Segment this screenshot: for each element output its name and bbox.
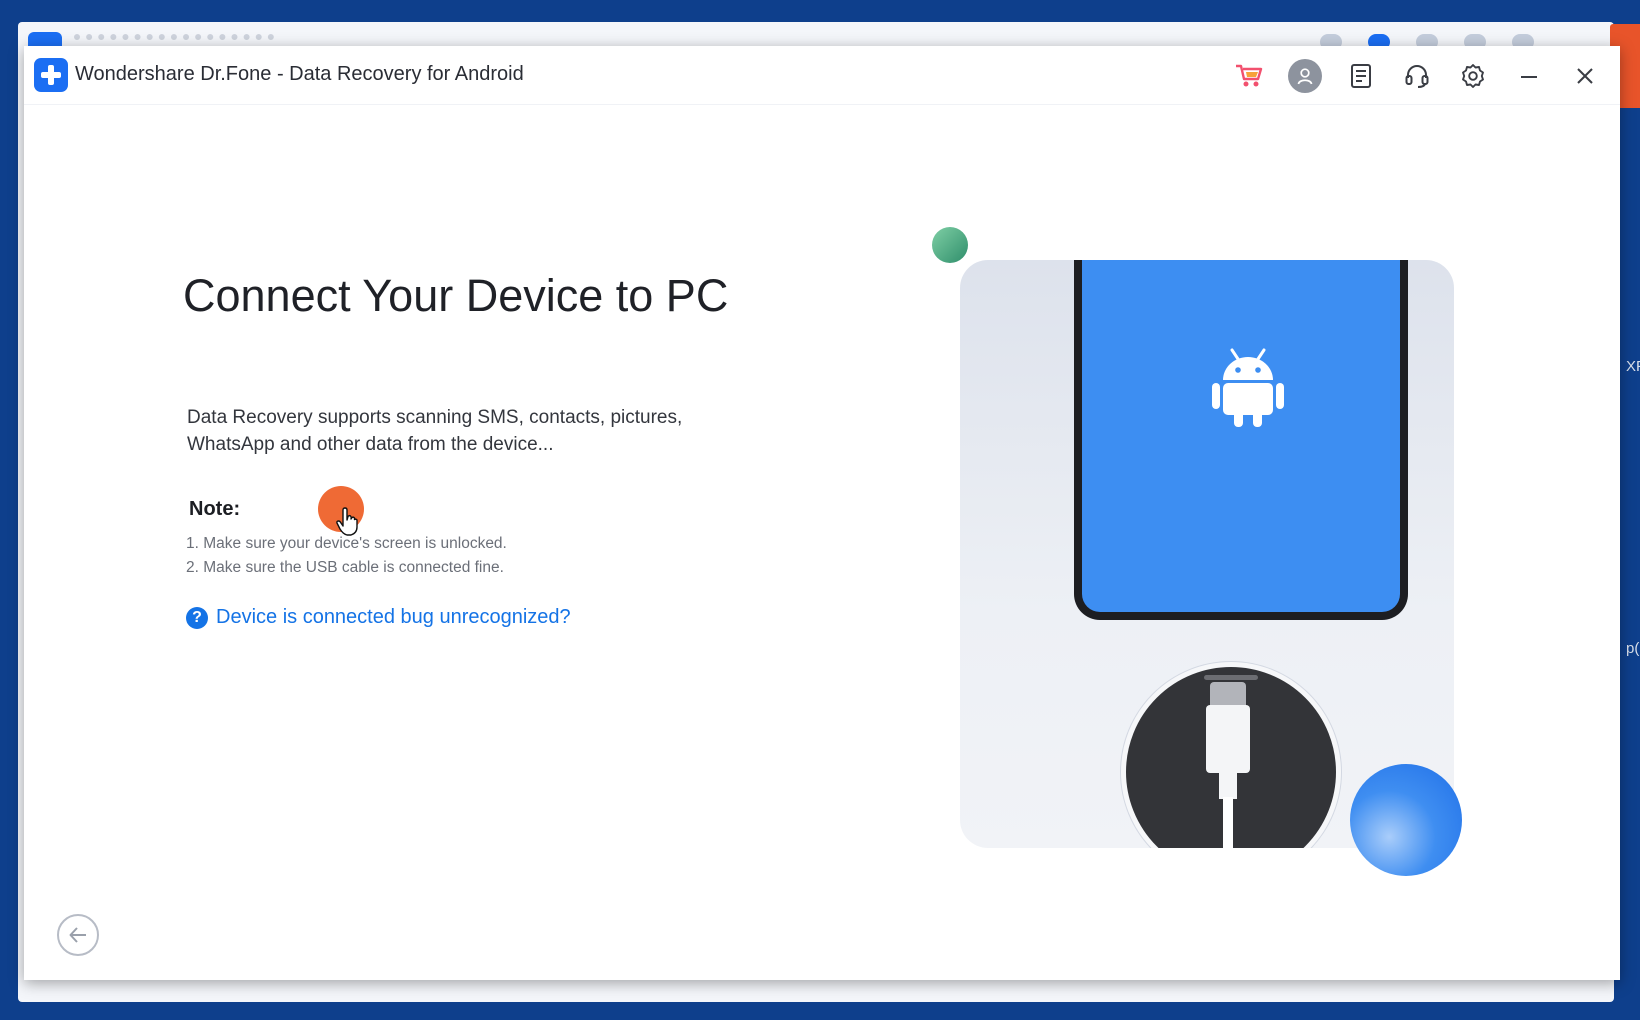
- android-icon: [1212, 348, 1284, 427]
- toolbar: [1232, 56, 1602, 96]
- decor-dot-green: [932, 227, 968, 263]
- close-icon[interactable]: [1568, 59, 1602, 93]
- arrow-left-icon: [69, 927, 86, 943]
- hand-cursor-icon: [336, 507, 358, 536]
- back-button[interactable]: [57, 914, 99, 956]
- connect-device-illustration: [924, 176, 1484, 876]
- settings-icon[interactable]: [1456, 59, 1490, 93]
- note-item: 2. Make sure the USB cable is connected …: [186, 559, 504, 576]
- phone-screen: [1082, 260, 1400, 612]
- help-link-label: Device is connected bug unrecognized?: [216, 606, 571, 628]
- drfone-logo-icon: [34, 58, 68, 92]
- support-icon[interactable]: [1400, 59, 1434, 93]
- page-title: Connect Your Device to PC: [183, 270, 729, 321]
- description-text: Data Recovery supports scanning SMS, con…: [187, 407, 683, 455]
- help-icon: ?: [186, 606, 208, 629]
- side-text: XP: [1626, 358, 1640, 375]
- title-bar: Wondershare Dr.Fone - Data Recovery for …: [24, 46, 1620, 105]
- cart-icon[interactable]: [1232, 59, 1266, 93]
- usb-cable-graphic: [1121, 662, 1341, 848]
- avatar: [1288, 59, 1322, 93]
- feedback-icon[interactable]: [1344, 59, 1378, 93]
- minimize-icon[interactable]: [1512, 59, 1546, 93]
- note-list: 1. Make sure your device's screen is unl…: [186, 532, 507, 580]
- illustration-card: [960, 260, 1454, 848]
- phone-graphic: [1074, 260, 1408, 620]
- decor-dot-blue: [1350, 764, 1462, 876]
- user-icon[interactable]: [1288, 59, 1322, 93]
- note-title: Note:: [189, 498, 241, 520]
- side-text: p(: [1626, 640, 1640, 657]
- app-window: Wondershare Dr.Fone - Data Recovery for …: [24, 46, 1620, 980]
- device-unrecognized-link[interactable]: ? Device is connected bug unrecognized?: [186, 606, 571, 629]
- window-title: Wondershare Dr.Fone - Data Recovery for …: [75, 63, 524, 85]
